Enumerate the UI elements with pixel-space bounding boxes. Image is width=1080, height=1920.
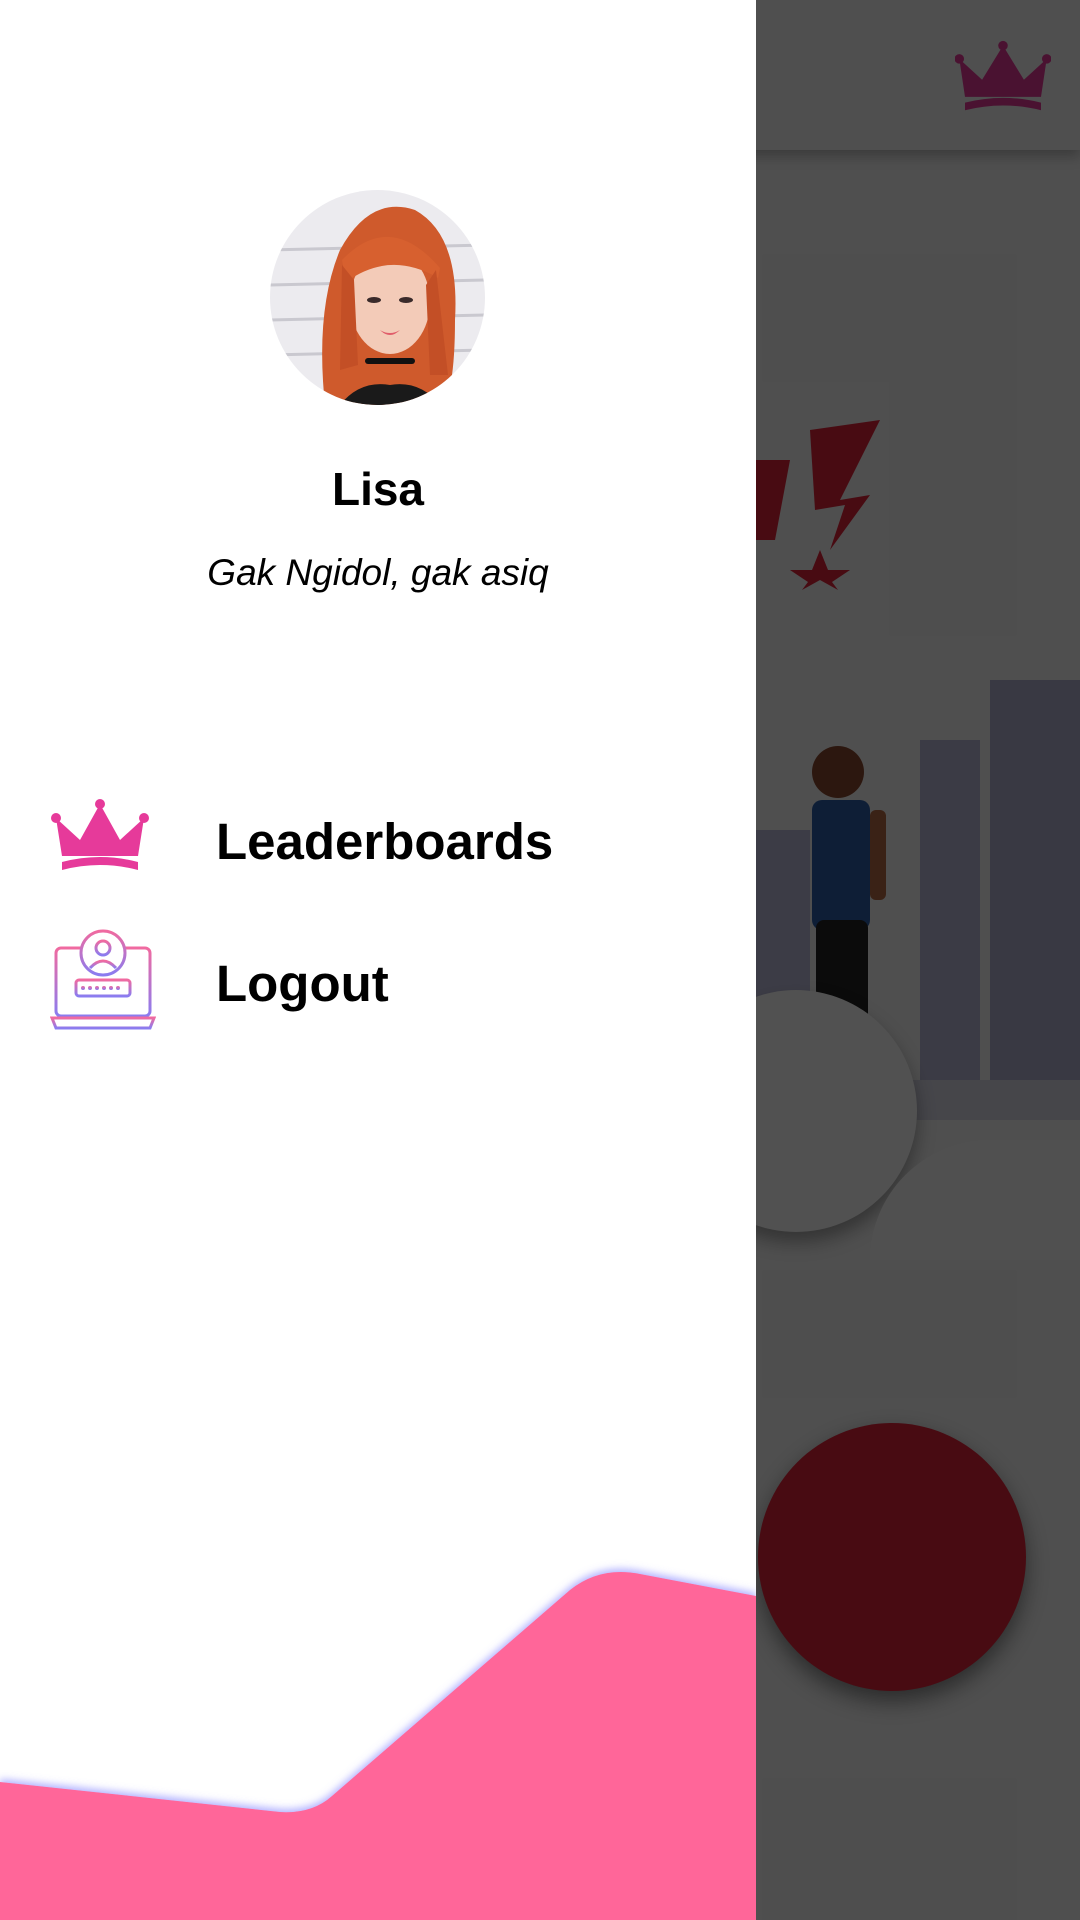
user-name: Lisa (331, 463, 425, 515)
profile-photo (270, 190, 485, 405)
menu-item-leaderboards[interactable]: Leaderboards (0, 780, 756, 900)
avatar[interactable] (270, 190, 485, 405)
navigation-drawer: Lisa Gak Ngidol, gak asiq Leaderboards L… (0, 0, 756, 1920)
crown-icon (51, 799, 149, 870)
menu-item-label: Leaderboards (216, 813, 554, 870)
user-status: Gak Ngidol, gak asiq (207, 552, 549, 593)
menu-item-label: Logout (216, 955, 389, 1012)
logout-laptop-icon (50, 929, 156, 1030)
drawer-wave-decoration (0, 1572, 756, 1920)
menu-item-logout[interactable]: Logout (0, 920, 756, 1040)
